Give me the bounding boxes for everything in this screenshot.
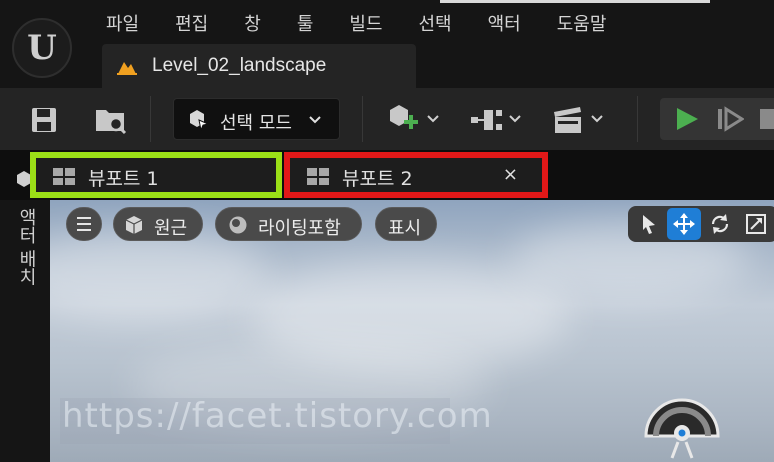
lighting-mode-button[interactable]: 라이팅포함 [215,207,362,241]
content-browser-icon[interactable] [94,104,128,136]
menu-edit[interactable]: 편집 [157,8,226,42]
rotate-icon [711,214,729,234]
level-tab[interactable]: Level_02_landscape [102,44,416,88]
chevron-down-icon [509,115,521,123]
advance-frame-icon[interactable] [716,106,744,132]
tab-viewport-1[interactable]: 뷰포트 1 [30,152,282,198]
tab-viewport-2[interactable]: 뷰포트 2 × [284,152,548,198]
menu-build[interactable]: 빌드 [331,8,400,42]
transform-tools [628,206,774,242]
toolbar-separator [362,96,363,142]
lighting-mode-label: 라이팅포함 [258,218,341,239]
title-strip [440,0,710,3]
translate-tool-button[interactable] [667,208,701,240]
tab-viewport-2-label: 뷰포트 2 [342,168,413,190]
main-toolbar: 선택 모드 [0,88,774,150]
sky-compass-gizmo-icon [644,398,720,459]
place-actors-side-tab[interactable]: 액터 배치 [0,200,50,462]
title-bar: U 파일 편집 창 툴 빌드 선택 액터 도움말 Level_02_landsc… [0,0,774,88]
menu-tools[interactable]: 툴 [279,8,332,42]
play-icon[interactable] [674,106,700,132]
level-viewport[interactable]: 원근 라이팅포함 표시 https://facet.tistory.com [50,200,774,462]
place-actors-label: 액터 배치 [16,208,37,286]
show-button[interactable]: 표시 [375,207,437,241]
unreal-logo-icon[interactable]: U [12,18,72,78]
scale-tool-button[interactable] [739,208,773,240]
clapperboard-icon [554,107,581,133]
blueprint-button[interactable] [470,106,526,136]
cursor-arrow-icon [643,215,655,234]
scale-icon [746,214,766,234]
tab-viewport-1-label: 뷰포트 1 [88,168,159,190]
save-icon[interactable] [30,106,58,134]
viewport-layout-icon [53,168,75,185]
chevron-down-icon [309,116,321,124]
chevron-down-icon [427,115,439,123]
menu-actor[interactable]: 액터 [470,8,539,42]
toolbar-separator [150,96,151,142]
menu-help[interactable]: 도움말 [539,8,625,42]
perspective-cube-icon [125,216,143,234]
perspective-button[interactable]: 원근 [113,207,203,241]
show-label: 표시 [388,218,422,239]
menu-window[interactable]: 창 [226,8,279,42]
menu-bar: 파일 편집 창 툴 빌드 선택 액터 도움말 [88,8,624,42]
menu-file[interactable]: 파일 [88,8,157,42]
close-tab-icon[interactable]: × [503,164,518,185]
play-controls [660,98,774,140]
level-name: Level_02_landscape [152,55,327,76]
blueprint-icon [471,110,502,130]
level-icon [117,62,137,75]
viewport-layout-icon [307,168,329,185]
select-mode-label: 선택 모드 [220,113,292,134]
stop-icon[interactable] [758,107,774,131]
add-cube-icon [390,105,418,129]
viewport-options-button[interactable] [66,207,102,241]
select-tool-button[interactable] [631,208,665,240]
lit-sphere-icon [229,216,247,234]
select-mode-dropdown[interactable]: 선택 모드 [173,98,340,140]
menu-select[interactable]: 선택 [401,8,470,42]
perspective-label: 원근 [154,218,188,239]
rotate-tool-button[interactable] [703,208,737,240]
hamburger-icon [77,217,91,231]
move-arrows-icon [673,213,695,235]
chevron-down-icon [591,115,603,123]
select-mode-icon [190,110,210,132]
toolbar-separator [637,96,638,142]
add-actor-button[interactable] [386,102,442,136]
watermark-text: https://facet.tistory.com [62,396,493,436]
cinematics-button[interactable] [552,104,610,136]
